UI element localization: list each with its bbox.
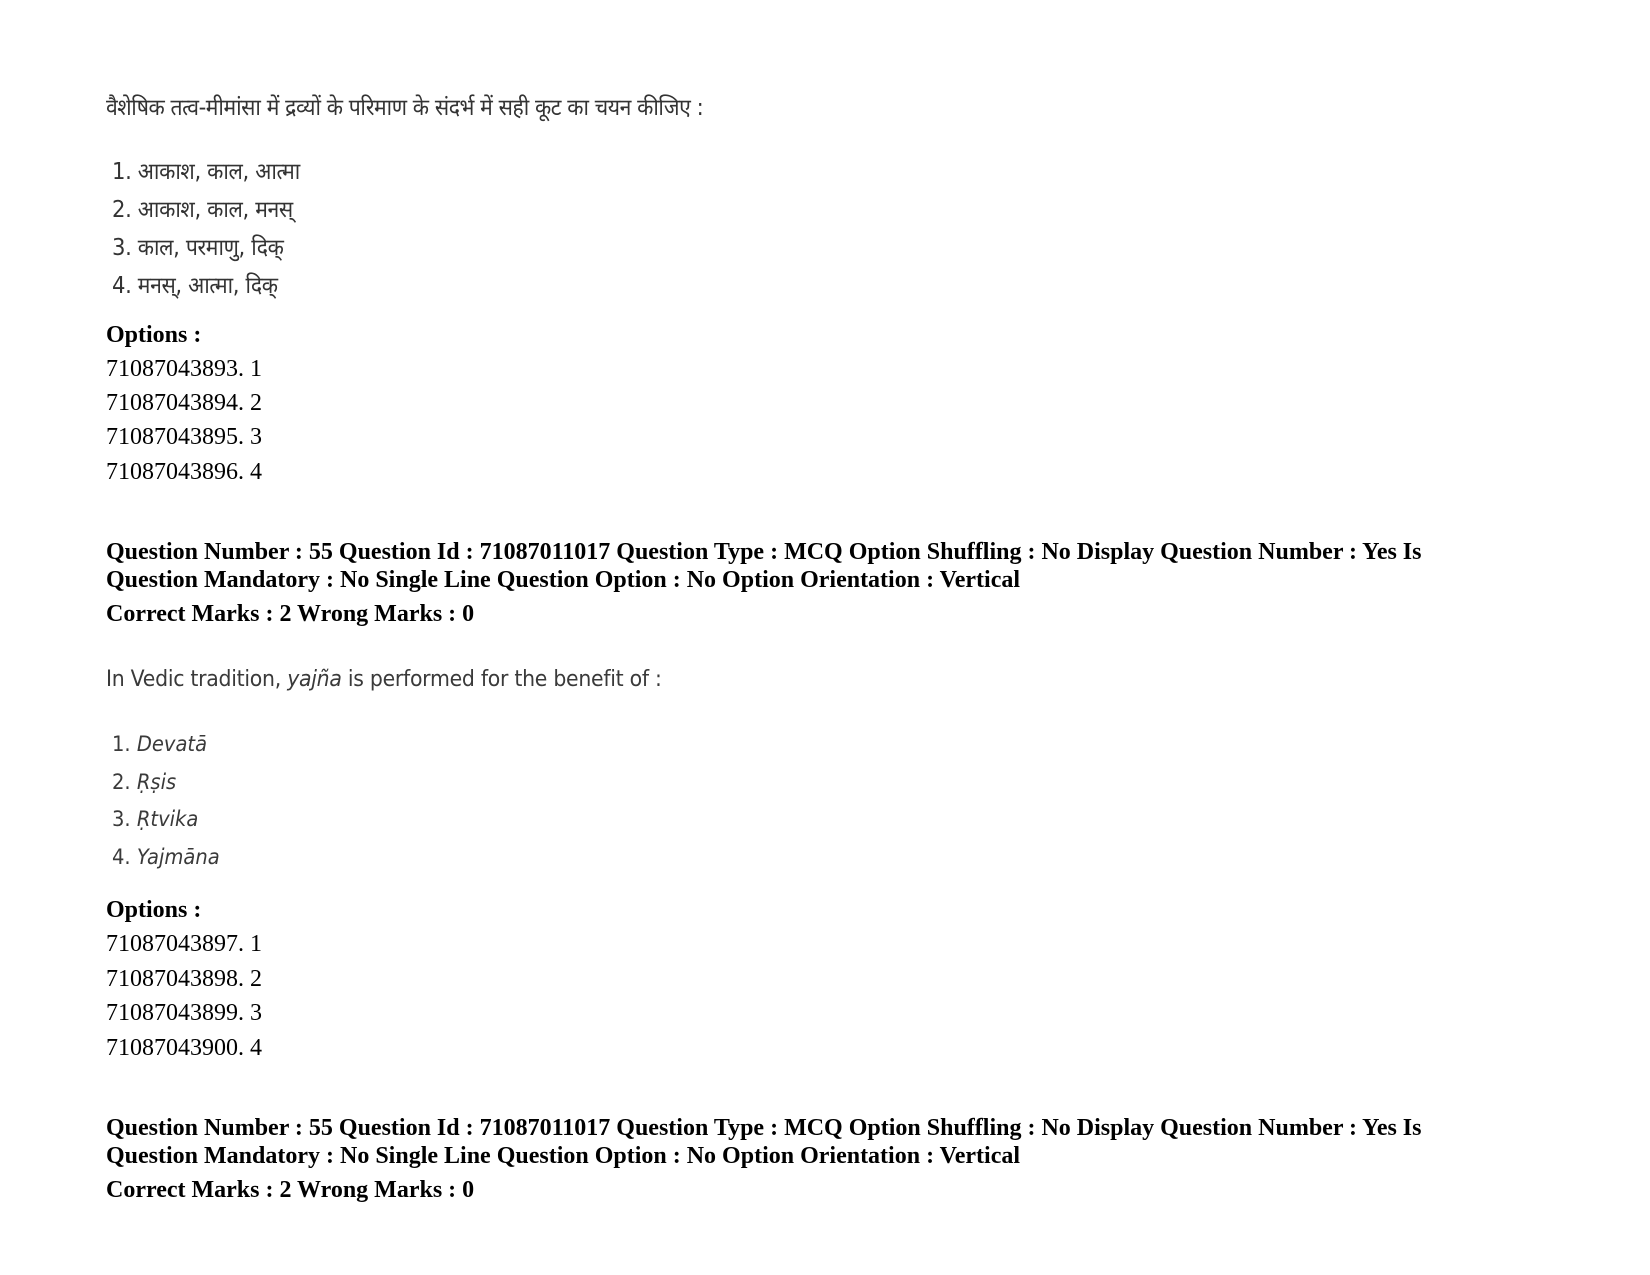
option-item: 71087043900. 4 <box>106 1035 262 1061</box>
statement-item: 1. आकाश, काल, आत्मा <box>112 159 300 185</box>
question-prompt-english: In Vedic tradition, yajña is performed f… <box>106 667 662 692</box>
item-number: 3. <box>112 807 137 831</box>
option-item: 71087043897. 1 <box>106 931 262 957</box>
statement-item: 4. मनस्, आत्मा, दिक् <box>112 273 278 299</box>
option-item: 71087043893. 1 <box>106 356 262 382</box>
statement-item: 2. आकाश, काल, मनस् <box>112 197 293 223</box>
option-item: 71087043898. 2 <box>106 966 262 992</box>
item-text: Ṛṣis <box>136 770 177 794</box>
statement-item: 2. Ṛṣis <box>112 770 176 794</box>
statement-item: 3. काल, परमाणु, दिक् <box>112 235 284 261</box>
marks-line: Correct Marks : 2 Wrong Marks : 0 <box>106 1177 475 1203</box>
statement-item: 3. Ṛtvika <box>112 807 198 831</box>
question-meta-line1: Question Number : 55 Question Id : 71087… <box>106 1115 1422 1141</box>
option-item: 71087043894. 2 <box>106 390 262 416</box>
prompt-italic-term: yajña <box>287 667 342 692</box>
item-number: 1. <box>112 732 137 756</box>
question-meta-line2: Question Mandatory : No Single Line Ques… <box>106 567 1021 593</box>
item-number: 4. <box>112 845 137 869</box>
options-label: Options : <box>106 322 202 348</box>
options-label: Options : <box>106 897 202 923</box>
item-number: 2. <box>112 770 137 794</box>
marks-line: Correct Marks : 2 Wrong Marks : 0 <box>106 601 475 627</box>
prompt-text: is performed for the benefit of : <box>341 667 662 692</box>
option-item: 71087043899. 3 <box>106 1000 262 1026</box>
item-text: Yajmāna <box>136 845 220 869</box>
question-prompt-hindi: वैशेषिक तत्व-मीमांसा में द्रव्यों के परि… <box>106 95 704 121</box>
option-item: 71087043895. 3 <box>106 424 262 450</box>
question-meta-line1: Question Number : 55 Question Id : 71087… <box>106 539 1422 565</box>
statement-item: 4. Yajmāna <box>112 845 220 869</box>
statement-item: 1. Devatā <box>112 732 207 756</box>
item-text: Devatā <box>136 732 208 756</box>
option-item: 71087043896. 4 <box>106 459 262 485</box>
question-meta-line2: Question Mandatory : No Single Line Ques… <box>106 1143 1021 1169</box>
prompt-text: In Vedic tradition, <box>106 667 288 692</box>
item-text: Ṛtvika <box>136 807 199 831</box>
